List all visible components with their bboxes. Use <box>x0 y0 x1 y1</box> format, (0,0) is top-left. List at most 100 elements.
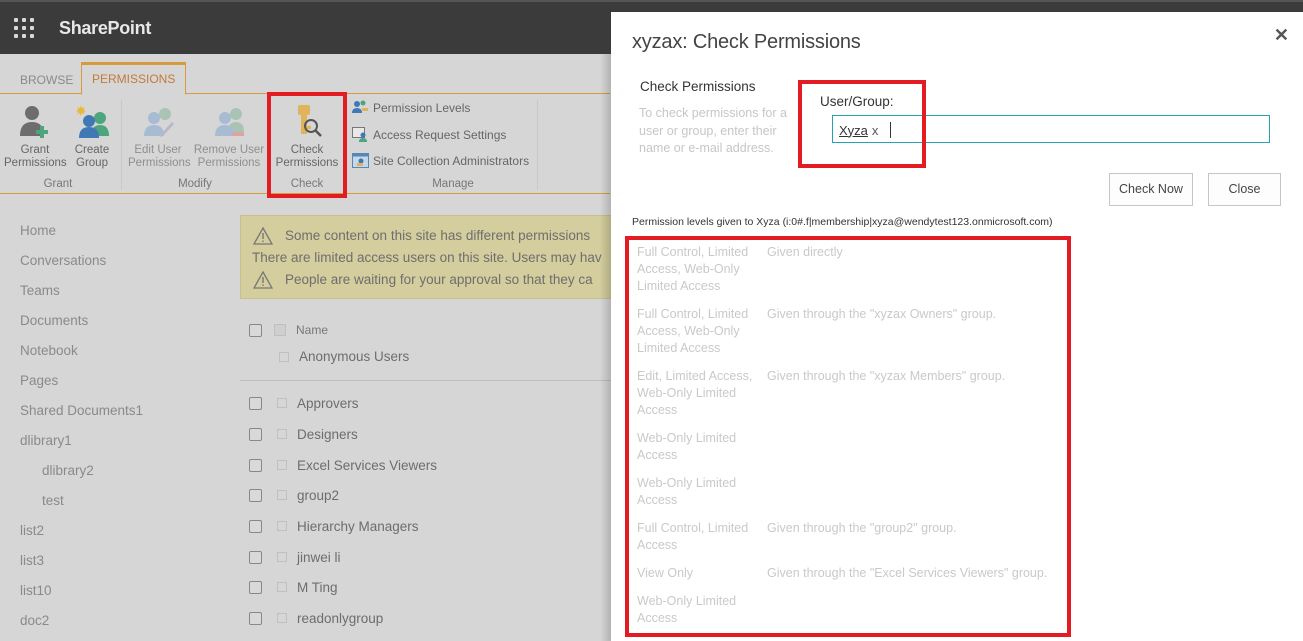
nav-item-list10[interactable]: list10 <box>20 582 143 612</box>
check-permissions-button[interactable]: Check Permissions <box>274 104 340 170</box>
site-collection-admins-button[interactable]: Site Collection Administrators <box>352 153 529 168</box>
nav-item-home[interactable]: Home <box>20 222 143 252</box>
nav-item-conversations[interactable]: Conversations <box>20 252 143 282</box>
permission-results-heading: Permission levels given to Xyza (i:0#.f|… <box>632 216 1053 228</box>
permission-source: Given through the "group2" group. <box>767 521 957 535</box>
permission-levels: Full Control, Limited Access, Web-Only L… <box>637 245 749 293</box>
warning-limited-access: There are limited access users on this s… <box>252 250 602 265</box>
check-now-button[interactable]: Check Now <box>1109 173 1193 206</box>
group-label-manage: Manage <box>432 178 474 190</box>
waffle-icon[interactable] <box>14 18 34 38</box>
list-item[interactable]: group2 <box>249 485 339 505</box>
permission-levels: Full Control, Limited Access <box>637 521 749 552</box>
permission-source: Given through the "Excel Services Viewer… <box>767 566 1048 580</box>
section-title: Check Permissions <box>640 79 756 94</box>
list-item[interactable]: Excel Services Viewers <box>249 455 437 475</box>
row-checkbox[interactable] <box>249 519 262 533</box>
warning-banner: Some content on this site has different … <box>240 215 612 299</box>
user-token: Xyza x <box>839 122 892 138</box>
nav-item-test[interactable]: test <box>20 492 143 522</box>
row-checkbox[interactable] <box>249 580 262 594</box>
list-item[interactable]: jinwei li <box>249 547 341 567</box>
row-checkbox[interactable] <box>249 396 262 410</box>
permission-results: Full Control, Limited Access, Web-Only L… <box>637 244 1062 638</box>
list-item[interactable]: readonlygroup <box>249 608 383 628</box>
close-button[interactable]: Close <box>1208 173 1281 206</box>
row-checkbox[interactable] <box>249 611 262 625</box>
grant-permissions-icon <box>18 104 52 140</box>
permission-levels-button[interactable]: Permission Levels <box>352 100 470 115</box>
close-icon[interactable]: ✕ <box>1274 25 1289 46</box>
row-checkbox[interactable] <box>249 488 262 502</box>
item-icon <box>277 398 287 408</box>
row-checkbox[interactable] <box>249 550 262 564</box>
item-icon <box>277 613 287 623</box>
remove-token-icon[interactable]: x <box>872 123 879 138</box>
text-caret <box>890 122 892 138</box>
permission-row: Full Control, Limited Access Given throug… <box>637 520 1062 554</box>
group-divider <box>268 100 269 190</box>
list-item[interactable]: Approvers <box>249 393 359 413</box>
user-group-input[interactable]: Xyza x <box>832 115 1270 143</box>
warning-different-permissions[interactable]: Some content on this site has different … <box>253 226 590 246</box>
nav-item-documents[interactable]: Documents <box>20 312 143 342</box>
user-group-label: User/Group: <box>820 94 894 109</box>
item-icon <box>277 490 287 500</box>
remove-user-permissions-icon <box>212 104 246 140</box>
nav-item-teams[interactable]: Teams <box>20 282 143 312</box>
select-all-checkbox[interactable] <box>249 323 262 337</box>
warning-icon <box>253 271 273 289</box>
check-permissions-dialog: xyzax: Check Permissions ✕ Check Permiss… <box>611 12 1303 641</box>
dialog-title: xyzax: Check Permissions <box>632 31 861 53</box>
list-item[interactable]: M Ting <box>249 577 338 597</box>
site-admins-icon <box>352 153 369 168</box>
item-icon <box>277 552 287 562</box>
permission-row: Web-Only Limited Access <box>637 475 1062 509</box>
key-search-icon <box>290 104 324 140</box>
warning-icon <box>253 227 273 245</box>
permission-row: Web-Only Limited Access <box>637 430 1062 464</box>
list-item[interactable]: Hierarchy Managers <box>249 516 419 536</box>
group-label-grant: Grant <box>43 178 73 190</box>
header-checkbox[interactable] <box>274 324 286 336</box>
permission-row: Full Control, Limited Access, Web-Only L… <box>637 244 1062 295</box>
tab-permissions[interactable]: PERMISSIONS <box>81 62 187 95</box>
anonymous-users-row[interactable]: Anonymous Users <box>279 349 409 364</box>
edit-user-permissions-icon <box>141 104 175 140</box>
remove-user-permissions-button[interactable]: Remove User Permissions <box>193 104 265 170</box>
grant-permissions-button[interactable]: Grant Permissions <box>4 104 67 170</box>
item-icon <box>277 521 287 531</box>
nav-item-list3[interactable]: list3 <box>20 552 143 582</box>
edit-user-permissions-button[interactable]: Edit User Permissions <box>128 104 191 170</box>
permission-levels: Web-Only Limited Access <box>637 476 737 507</box>
column-header-name[interactable]: Name <box>296 323 328 337</box>
nav-item-shared-documents1[interactable]: Shared Documents1 <box>20 402 143 432</box>
tab-browse[interactable]: BROWSE <box>10 66 83 94</box>
nav-item-list2[interactable]: list2 <box>20 522 143 552</box>
access-request-icon <box>352 127 369 142</box>
nav-item-notebook[interactable]: Notebook <box>20 342 143 372</box>
item-icon <box>277 582 287 592</box>
app-title[interactable]: SharePoint <box>59 18 151 39</box>
warning-pending-approval[interactable]: People are waiting for your approval so … <box>253 270 593 290</box>
create-group-icon <box>75 104 109 140</box>
user-token-name[interactable]: Xyza <box>839 123 868 138</box>
permission-row: Edit, Limited Access, Web-Only Limited A… <box>637 368 1062 419</box>
permission-levels-icon <box>352 100 369 115</box>
item-icon <box>277 429 287 439</box>
group-divider <box>537 100 538 190</box>
list-item[interactable]: Designers <box>249 424 358 444</box>
permission-row: Full Control, Limited Access, Web-Only L… <box>637 306 1062 357</box>
create-group-button[interactable]: Create Group <box>70 104 114 170</box>
nav-item-dlibrary2[interactable]: dlibrary2 <box>20 462 143 492</box>
row-checkbox[interactable] <box>279 351 289 362</box>
group-label-modify: Modify <box>178 178 212 190</box>
row-checkbox[interactable] <box>249 458 262 472</box>
nav-item-doc2[interactable]: doc2 <box>20 612 143 641</box>
nav-item-dlibrary1[interactable]: dlibrary1 <box>20 432 143 462</box>
access-request-settings-button[interactable]: Access Request Settings <box>352 127 506 142</box>
list-header: Name <box>249 323 328 337</box>
nav-item-pages[interactable]: Pages <box>20 372 143 402</box>
row-checkbox[interactable] <box>249 427 262 441</box>
group-label-check: Check <box>290 178 324 190</box>
